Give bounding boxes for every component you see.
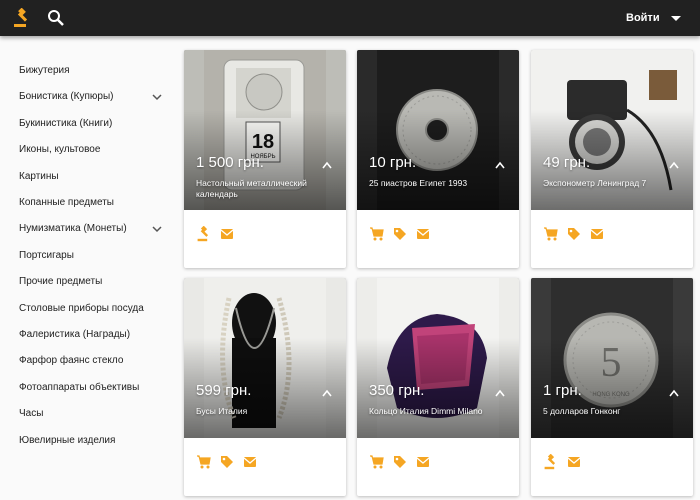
sidebar-item[interactable]: Нумизматика (Монеты) [19,219,169,239]
sidebar-item[interactable]: Прочие предметы [19,272,169,292]
sidebar-item-label: Бижутерия [19,65,70,76]
product-title[interactable]: 25 пиастров Египет 1993 [369,178,509,189]
product-price: 49 грн. [543,154,591,171]
product-title[interactable]: Настольный металлический календарь [196,178,336,200]
sidebar-item[interactable]: Копанные предметы [19,193,169,213]
product-title[interactable]: 5 долларов Гонконг [543,406,683,417]
chevron-down-icon[interactable] [151,223,163,235]
sidebar-item-label: Столовые приборы посуда [19,302,144,314]
sidebar-item[interactable]: Фотоаппараты объективы [19,378,169,398]
tag-icon[interactable] [566,226,582,242]
sidebar-item-label: Иконы, культовое [19,144,101,156]
mail-icon[interactable] [566,454,582,470]
mail-icon[interactable] [242,454,258,470]
chevron-up-icon[interactable] [322,384,332,397]
product-card[interactable]: 599 грн. Бусы Италия [184,278,346,496]
category-sidebar: Бижутерия Бонистика (Купюры) Букинистика (… [0,36,175,500]
sidebar-item[interactable]: Иконы, культовое [19,140,169,160]
chevron-up-icon[interactable] [669,156,679,169]
product-card[interactable]: 350 грн. Кольцо Италия Dimmi Milano [357,278,519,496]
product-price: 599 грн. [196,382,252,399]
mail-icon[interactable] [589,226,605,242]
sidebar-item[interactable]: Бонистика (Купюры) [19,87,169,107]
sidebar-item-label: Ювелирные изделия [19,434,116,446]
product-title[interactable]: Бусы Италия [196,406,336,417]
chevron-up-icon[interactable] [495,384,505,397]
cart-icon[interactable] [543,226,559,242]
sidebar-item[interactable]: Букинистика (Книги) [19,114,169,134]
mail-icon[interactable] [415,454,431,470]
tag-icon[interactable] [219,454,235,470]
sidebar-item[interactable]: Фарфор фаянс стекло [19,351,169,371]
sidebar-item-label: Бонистика (Купюры) [19,91,114,103]
sidebar-item-label: Фалеристика (Награды) [19,329,131,340]
sidebar-item-label: Прочие предметы [19,276,103,288]
product-title[interactable]: Кольцо Италия Dimmi Milano [369,406,509,417]
product-card[interactable]: 10 грн. 25 пиастров Египет 1993 [357,50,519,268]
cart-icon[interactable] [196,454,212,470]
sidebar-item[interactable]: Картины [19,167,169,187]
auction-gavel-icon[interactable] [196,225,212,242]
sidebar-item-label: Часы [19,408,44,420]
chevron-down-icon[interactable] [151,91,163,103]
sidebar-item-label: Копанные предметы [19,197,114,208]
top-app-bar: Войти [0,0,700,36]
sidebar-item-label: Портсигары [19,249,74,261]
sidebar-item-label: Букинистика (Книги) [19,117,113,129]
product-card[interactable]: 49 грн. Экспонометр Ленинград 7 [531,50,693,268]
sidebar-item-label: Фарфор фаянс стекло [19,355,124,367]
sidebar-item[interactable]: Фалеристика (Награды) [19,325,169,345]
cart-icon[interactable] [369,454,385,470]
cart-icon[interactable] [369,226,385,242]
chevron-down-icon[interactable] [671,16,681,21]
sidebar-item[interactable]: Столовые приборы посуда [19,299,169,319]
tag-icon[interactable] [392,454,408,470]
sidebar-item-label: Нумизматика (Монеты) [19,223,127,235]
mail-icon[interactable] [219,226,235,242]
sidebar-item[interactable]: Ювелирные изделия [19,431,169,451]
product-card[interactable]: 18НОЯБРЬ1 500 грн.Настольный металлическ… [184,50,346,268]
sidebar-item-label: Картины [19,170,59,182]
product-price: 1 500 грн. [196,154,264,171]
chevron-up-icon[interactable] [495,156,505,169]
product-price: 1 грн. [543,382,582,399]
product-price: 350 грн. [369,382,425,399]
sidebar-item[interactable]: Портсигары [19,246,169,266]
auction-gavel-icon[interactable] [543,453,559,470]
chevron-up-icon[interactable] [669,384,679,397]
mail-icon[interactable] [415,226,431,242]
tag-icon[interactable] [392,226,408,242]
sidebar-item[interactable]: Бижутерия [19,61,169,81]
chevron-up-icon[interactable] [322,156,332,169]
product-card[interactable]: 5HONG KONG1 грн.5 долларов Гонконг [531,278,693,496]
product-title[interactable]: Экспонометр Ленинград 7 [543,178,683,189]
search-icon[interactable] [46,8,66,28]
login-button[interactable]: Войти [626,12,660,24]
sidebar-item-label: Фотоаппараты объективы [19,381,140,393]
sidebar-item[interactable]: Часы [19,404,169,424]
product-price: 10 грн. [369,154,417,171]
auction-gavel-icon[interactable] [12,7,32,28]
